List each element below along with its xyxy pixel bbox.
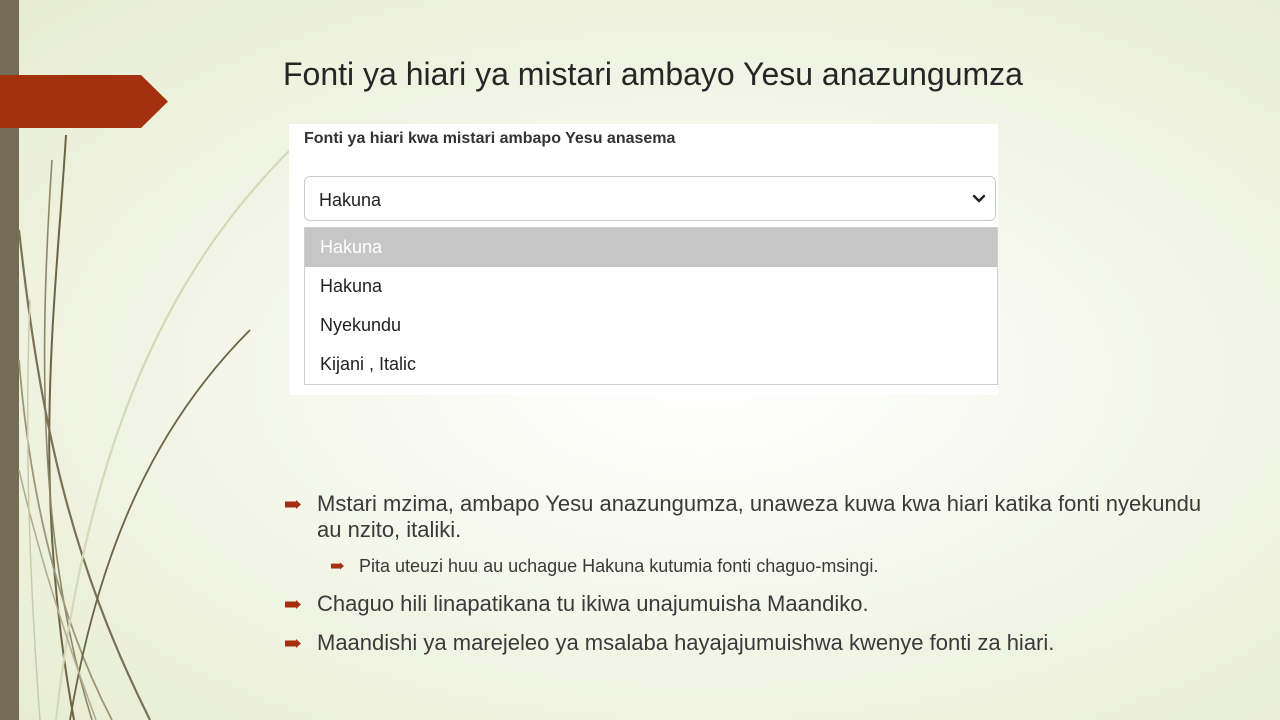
- accent-arrow: [0, 75, 168, 128]
- arrow-bullet-icon: [285, 639, 301, 648]
- field-label: Fonti ya hiari kwa mistari ambapo Yesu a…: [304, 130, 676, 147]
- bullet-text: Maandishi ya marejeleo ya msalaba hayaja…: [317, 630, 1055, 655]
- option-hakuna[interactable]: Hakuna: [305, 267, 997, 306]
- option-nyekundu[interactable]: Nyekundu: [305, 306, 997, 345]
- option-hakuna-highlighted[interactable]: Hakuna: [305, 228, 997, 267]
- sub-bullet-item: Pita uteuzi huu au uchague Hakuna kutumi…: [329, 555, 1213, 577]
- arrow-bullet-icon: [285, 600, 301, 609]
- select-value: Hakuna: [319, 190, 382, 210]
- bullet-list: Mstari mzima, ambapo Yesu anazungumza, u…: [283, 491, 1213, 656]
- bullet-text: Mstari mzima, ambapo Yesu anazungumza, u…: [317, 491, 1202, 542]
- bullet-text: Chaguo hili linapatikana tu ikiwa unajum…: [317, 591, 869, 616]
- font-select[interactable]: Hakuna: [304, 176, 996, 221]
- sub-bullet-text: Pita uteuzi huu au uchague Hakuna kutumi…: [359, 556, 879, 576]
- bullet-item: Chaguo hili linapatikana tu ikiwa unajum…: [283, 591, 1213, 617]
- chevron-down-icon[interactable]: [971, 190, 987, 206]
- arrow-bullet-icon: [331, 562, 344, 570]
- bullet-item: Maandishi ya marejeleo ya msalaba hayaja…: [283, 630, 1213, 656]
- dropdown-options: Hakuna Hakuna Nyekundu Kijani , Italic: [304, 227, 998, 385]
- slide-title: Fonti ya hiari ya mistari ambayo Yesu an…: [283, 56, 1023, 92]
- embedded-screenshot: Fonti ya hiari kwa mistari ambapo Yesu a…: [289, 124, 998, 395]
- bullet-item: Mstari mzima, ambapo Yesu anazungumza, u…: [283, 491, 1213, 543]
- arrow-bullet-icon: [285, 500, 301, 509]
- option-kijani-italic[interactable]: Kijani , Italic: [305, 345, 997, 384]
